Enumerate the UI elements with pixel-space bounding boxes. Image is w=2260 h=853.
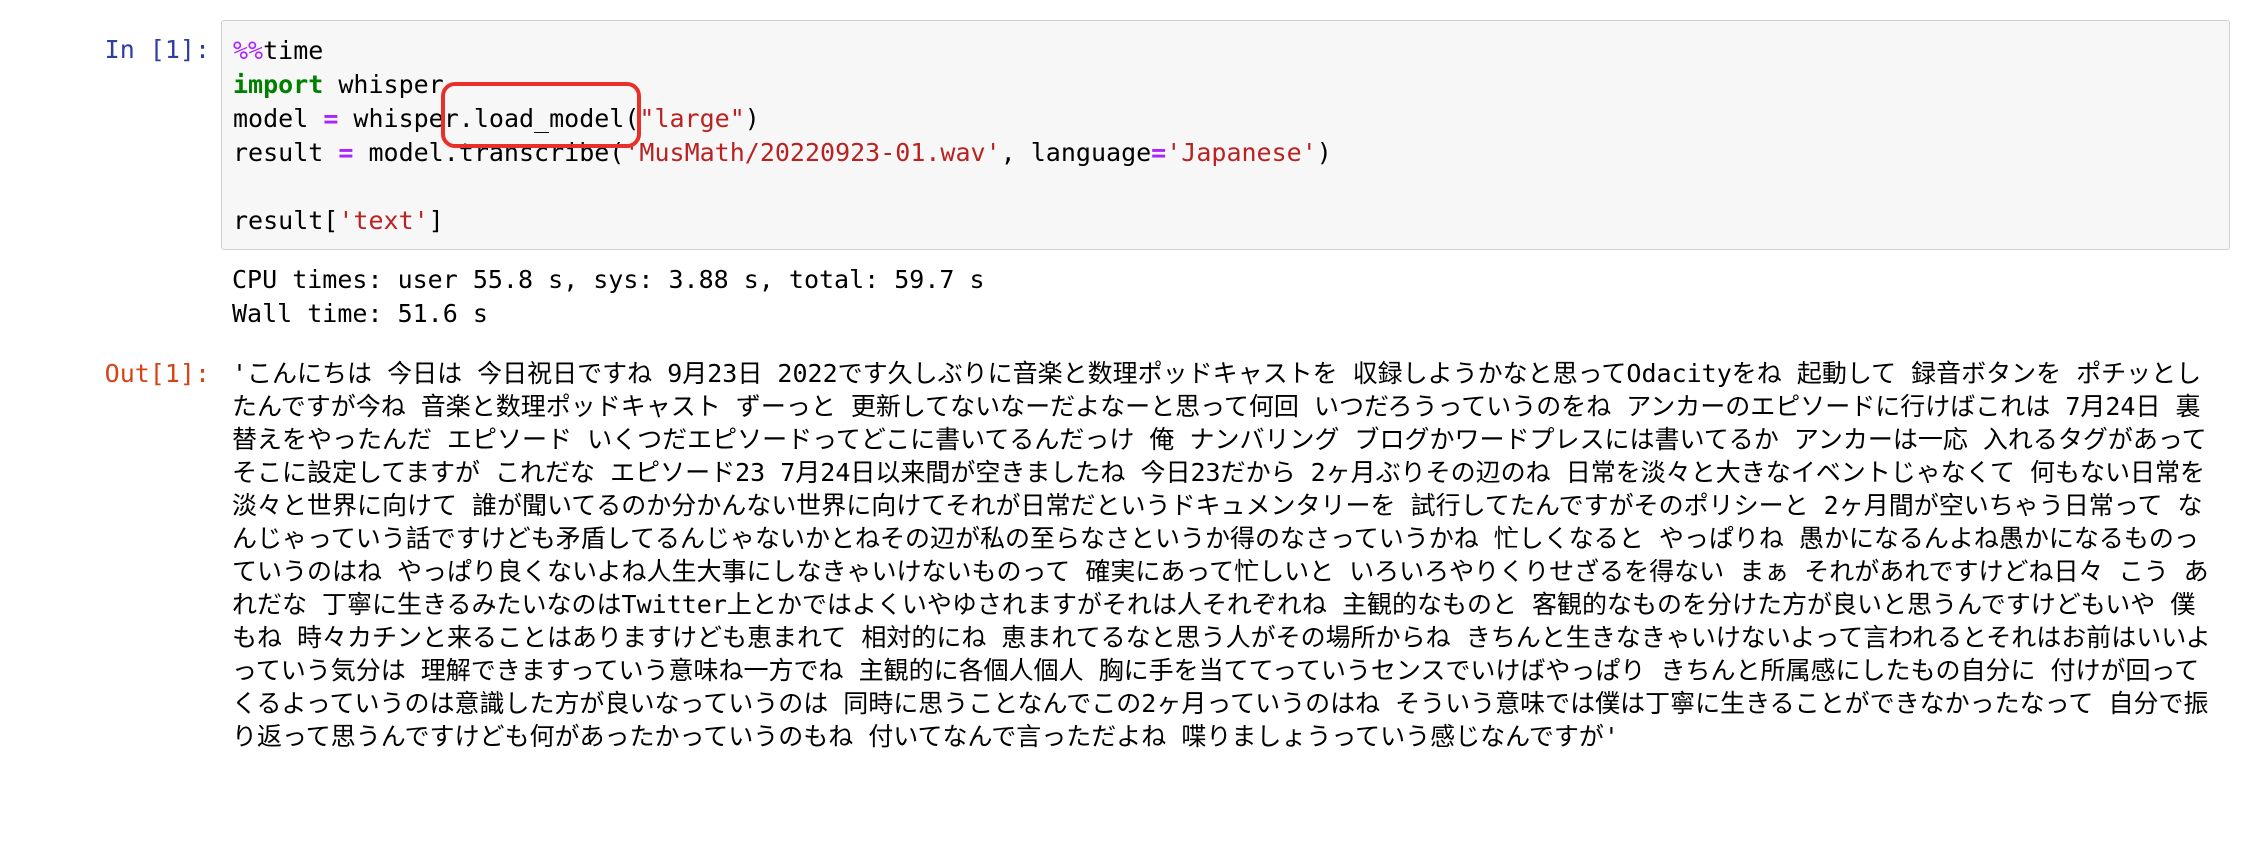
code-editor[interactable]: %%time import whisper model = whisper.load… xyxy=(221,20,2230,250)
code-token: %% xyxy=(233,36,264,65)
code-token: 'text' xyxy=(338,206,429,235)
output-cell: Out[1]: 'こんにちは 今日は 今日祝日ですね 9月23日 2022です久… xyxy=(0,357,2260,847)
code-token: = xyxy=(338,138,354,167)
code-token: 'MusMath/20220923-01.wav' xyxy=(624,138,1001,167)
cpu-times-line: CPU times: user 55.8 s, sys: 3.88 s, tot… xyxy=(232,265,985,294)
code-token: ] xyxy=(428,206,444,235)
code-line: result['text'] xyxy=(233,204,1332,238)
timing-output: CPU times: user 55.8 s, sys: 3.88 s, tot… xyxy=(232,263,985,331)
code-token: whisper xyxy=(323,70,444,99)
code-line: result = model.transcribe('MusMath/20220… xyxy=(233,136,1332,170)
code-token: time xyxy=(263,36,324,65)
code-line: model = whisper.load_model("large") xyxy=(233,102,1332,136)
input-cell[interactable]: In [1]: %%time import whisper model = whis… xyxy=(0,20,2260,252)
code-token: = xyxy=(323,104,339,133)
code-line: %%time xyxy=(233,34,1332,68)
stream-output: CPU times: user 55.8 s, sys: 3.88 s, tot… xyxy=(0,263,2260,339)
code-token: whisper.load_model( xyxy=(338,104,640,133)
code-token: import xyxy=(233,70,324,99)
code-line: import whisper xyxy=(233,68,1332,102)
output-prompt: Out[1]: xyxy=(104,359,210,388)
transcription-output-text: 'こんにちは 今日は 今日祝日ですね 9月23日 2022です久しぶりに音楽と数… xyxy=(232,359,2211,751)
code-token: , language xyxy=(1000,138,1152,167)
code-token: ) xyxy=(744,104,760,133)
code-token: model.transcribe( xyxy=(353,138,625,167)
code-token: "large" xyxy=(639,104,745,133)
code-token: result xyxy=(233,138,339,167)
input-prompt: In [1]: xyxy=(104,35,210,64)
code-token: model xyxy=(233,104,324,133)
code-token: ) xyxy=(1316,138,1332,167)
code-block[interactable]: %%time import whisper model = whisper.load… xyxy=(233,34,1332,238)
code-token: result[ xyxy=(233,206,339,235)
wall-time-line: Wall time: 51.6 s xyxy=(232,299,488,328)
code-token: = xyxy=(1151,138,1167,167)
code-token: 'Japanese' xyxy=(1166,138,1317,167)
